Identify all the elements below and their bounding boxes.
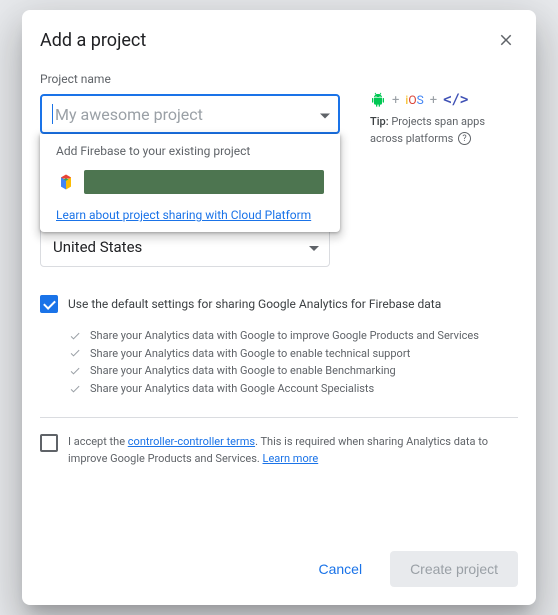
check-icon (68, 347, 82, 359)
create-project-button[interactable]: Create project (390, 551, 518, 587)
project-name-label: Project name (40, 72, 340, 86)
suggest-header: Add Firebase to your existing project (50, 144, 330, 158)
modal-content: Project name My awesome project Add Fire… (22, 60, 536, 535)
project-name-column: Project name My awesome project Add Fire… (40, 72, 340, 147)
close-button[interactable] (494, 28, 518, 52)
bullet-item: Share your Analytics data with Google to… (68, 327, 518, 345)
defaults-label: Use the default settings for sharing Goo… (68, 295, 441, 313)
chevron-down-icon (320, 105, 330, 124)
project-row: Project name My awesome project Add Fire… (40, 72, 518, 147)
bullet-item: Share your Analytics data with Google to… (68, 362, 518, 380)
region-select[interactable]: United States (40, 227, 330, 267)
text-cursor (52, 104, 53, 124)
divider (40, 417, 518, 418)
info-icon[interactable]: ? (458, 132, 471, 145)
bullet-item: Share your Analytics data with Google to… (68, 345, 518, 363)
project-suggestions-panel: Add Firebase to your existing project Le… (40, 134, 340, 232)
project-name-input[interactable]: My awesome project (40, 94, 340, 134)
tip-column: + iOS + </> Tip: Projects span apps acro… (370, 72, 518, 147)
learn-more-link[interactable]: Learn more (263, 452, 319, 465)
check-icon (68, 330, 82, 342)
bullet-item: Share your Analytics data with Google Ac… (68, 380, 518, 398)
add-project-modal: Add a project Project name My awesome pr… (22, 10, 536, 605)
ios-icon: iOS (405, 93, 423, 107)
defaults-bullets: Share your Analytics data with Google to… (68, 327, 518, 397)
close-icon (497, 31, 515, 49)
chevron-down-icon (309, 238, 319, 256)
region-value: United States (53, 238, 142, 256)
modal-footer: Cancel Create project (22, 535, 536, 605)
accept-row: I accept the controller-controller terms… (40, 434, 518, 467)
modal-title: Add a project (40, 30, 146, 51)
tip-text: Tip: Projects span apps across platforms… (370, 114, 518, 147)
gcp-icon (56, 172, 76, 192)
redacted-project-name (84, 170, 324, 194)
accept-checkbox[interactable] (40, 434, 58, 452)
android-icon (370, 92, 386, 108)
web-icon: </> (443, 92, 468, 108)
project-name-wrapper: My awesome project Add Firebase to your … (40, 94, 340, 134)
project-name-placeholder: My awesome project (55, 105, 203, 124)
plus-separator-2: + (430, 93, 437, 108)
defaults-row: Use the default settings for sharing Goo… (40, 295, 518, 313)
controller-terms-link[interactable]: controller-controller terms (128, 435, 255, 448)
platform-icons-row: + iOS + </> (370, 92, 518, 108)
check-icon (68, 383, 82, 395)
defaults-checkbox[interactable] (40, 295, 58, 313)
plus-separator-1: + (392, 93, 399, 108)
learn-sharing-link[interactable]: Learn about project sharing with Cloud P… (50, 208, 330, 222)
existing-project-item[interactable] (50, 166, 330, 198)
check-icon (68, 365, 82, 377)
accept-text: I accept the controller-controller terms… (68, 434, 518, 467)
modal-header: Add a project (22, 10, 536, 60)
cancel-button[interactable]: Cancel (298, 551, 382, 587)
